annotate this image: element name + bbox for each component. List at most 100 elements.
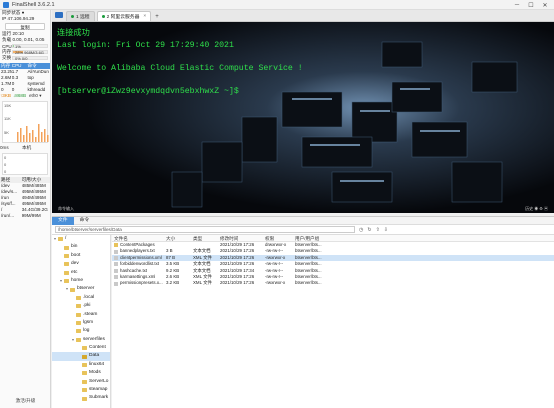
tab-files[interactable]: 文件 — [52, 216, 74, 225]
terminal-line: 连接成功 — [57, 29, 90, 38]
connected-icon — [101, 15, 105, 18]
tree-item-label: boot — [71, 252, 81, 258]
tree-item[interactable]: boot — [52, 252, 110, 260]
tree-item[interactable]: Data — [52, 352, 110, 361]
command-input-bar[interactable]: 命令输入 历史 ◉ ⚙ ▣ — [52, 205, 554, 213]
col-mtime[interactable]: 修改时间 — [220, 235, 265, 241]
tree-item[interactable]: .pki — [52, 302, 110, 310]
tree-item-label: Data — [89, 353, 100, 359]
folder-icon — [82, 346, 87, 351]
network-header: ↑3KB ↓868B eth0 ▾ — [0, 93, 50, 99]
folder-icon — [64, 279, 69, 284]
tree-item-label: Mods — [89, 370, 101, 376]
tree-item-label: dev — [71, 261, 79, 267]
swap-label: 交换 — [2, 55, 12, 60]
tree-item[interactable]: dev — [52, 260, 110, 268]
file-size: 3.2 KB — [166, 280, 180, 286]
tree-item-label: bin — [71, 244, 78, 250]
net-bars — [17, 124, 49, 142]
folder-icon — [82, 396, 87, 401]
ping-scale-mid: 0 — [4, 162, 7, 167]
file-icon — [114, 275, 118, 280]
col-owner[interactable]: 用户/用户组 — [295, 235, 355, 241]
tree-item[interactable]: ▾ serverfiles — [52, 336, 110, 344]
net-interface-select[interactable]: eth0 ▾ — [29, 93, 49, 99]
network-chart — [17, 124, 49, 142]
tree-item-label: ServerLo — [89, 378, 109, 384]
tree-item[interactable]: etc — [52, 269, 110, 277]
tree-item-label: .local — [83, 294, 95, 300]
download-icon[interactable]: ⇩ — [384, 227, 388, 233]
activate-upgrade-link[interactable]: 激活/升级 — [0, 398, 50, 404]
file-icon — [114, 281, 118, 286]
tab-remote[interactable]: 1 远程 — [66, 11, 95, 21]
tree-item[interactable]: lgsm — [52, 319, 110, 327]
file-icon — [114, 262, 118, 267]
file-type: XML 文件 — [193, 280, 212, 286]
minimize-icon[interactable]: ─ — [510, 2, 524, 8]
tab-aliyun-server[interactable]: 2 阿里云服务器 × — [96, 11, 152, 21]
folder-icon — [64, 245, 69, 250]
tree-item[interactable]: ▾ home — [52, 277, 110, 285]
tree-item-label: .steam — [83, 311, 98, 317]
add-tab-icon[interactable]: + — [155, 14, 159, 21]
tree-item[interactable]: bin — [52, 243, 110, 251]
cpu-label: CPU — [2, 43, 12, 49]
swap-value: 0% 0/0 — [15, 56, 28, 61]
tree-item[interactable]: steamap — [52, 386, 110, 394]
col-filename[interactable]: 文件名 — [112, 235, 166, 241]
tree-item[interactable]: linux64 — [52, 361, 110, 369]
tree-item-label: .pki — [83, 303, 91, 309]
path-bar: /home/btserver/serverfiles/Data ◷ ↻ ⇧ ⇩ — [52, 225, 554, 235]
col-permissions[interactable]: 权限 — [265, 235, 295, 241]
tree-item[interactable]: log — [52, 327, 110, 335]
ping-graph: 0 0 0 — [2, 153, 48, 175]
close-tab-icon[interactable]: × — [143, 14, 146, 19]
ping-scale-top: 0 — [4, 155, 7, 160]
tree-item-label: Content — [89, 345, 106, 351]
tree-item[interactable]: ServerLo — [52, 378, 110, 386]
folder-icon — [114, 243, 118, 248]
tree-item[interactable]: Submark — [52, 394, 110, 402]
col-size[interactable]: 大小 — [166, 235, 193, 241]
command-input-label[interactable]: 命令输入 — [58, 206, 74, 212]
terminal-line: [btserver@iZwz9evxymdqdvn5ebxhwxZ ~]$ — [57, 86, 244, 96]
tree-item-label: log — [83, 328, 90, 334]
history-icon[interactable]: ◷ — [359, 227, 363, 233]
refresh-icon[interactable]: ↻ — [367, 227, 371, 233]
terminal-toolbar[interactable]: 历史 ◉ ⚙ ▣ — [525, 206, 548, 212]
file-mtime: 2021/10/29 17:26 — [220, 280, 255, 286]
tree-item[interactable]: ▾ / — [52, 235, 110, 243]
ping-location[interactable]: 本机 — [22, 145, 47, 151]
tree-item[interactable]: .steam — [52, 311, 110, 319]
file-icon — [114, 255, 118, 260]
copy-button[interactable]: 复制 — [5, 23, 45, 30]
path-input[interactable]: /home/btserver/serverfiles/Data — [55, 226, 355, 233]
folder-icon — [76, 295, 81, 300]
tree-item[interactable] — [52, 403, 110, 408]
col-type[interactable]: 类型 — [193, 235, 220, 241]
maximize-icon[interactable]: ☐ — [524, 2, 538, 9]
tab-commands[interactable]: 命令 — [74, 217, 96, 225]
tree-item[interactable]: .local — [52, 294, 110, 302]
folder-icon — [76, 321, 81, 326]
disk-path: /run/... — [1, 213, 15, 218]
connected-icon — [71, 15, 74, 18]
terminal-pane[interactable]: 连接成功 Last login: Fri Oct 29 17:29:40 2021… — [52, 22, 554, 213]
folder-icon — [64, 262, 69, 267]
upload-icon[interactable]: ⇧ — [376, 227, 380, 233]
session-manager-icon[interactable] — [55, 12, 63, 18]
file-row[interactable]: permissionpresets.x... 3.2 KB XML 文件 2021/1… — [112, 280, 554, 286]
folder-icon — [82, 363, 87, 368]
tree-item[interactable]: Mods — [52, 369, 110, 377]
tree-item[interactable]: Content — [52, 344, 110, 352]
tree-item-label: Submark — [89, 395, 109, 401]
directory-tree: ▾ / bin boot dev etc ▾ home ▾ btserver .local .pki.… — [52, 235, 111, 408]
file-permissions: -rwxrwxr-x — [265, 280, 286, 286]
cpu-value: 1% — [15, 44, 21, 49]
folder-icon — [76, 312, 81, 317]
tree-item[interactable]: ▾ btserver — [52, 285, 110, 293]
close-icon[interactable]: ✕ — [538, 2, 552, 9]
folder-icon — [64, 270, 69, 275]
